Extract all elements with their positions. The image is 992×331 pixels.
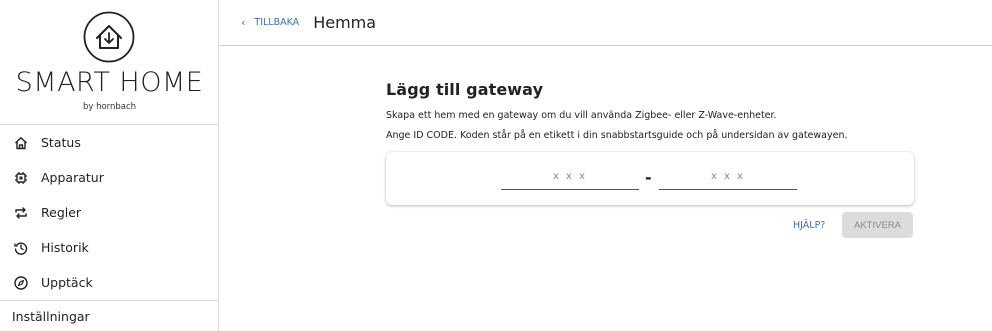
sidebar-item-status[interactable]: Status [0,125,219,160]
brand-subtitle: by hornbach [82,102,137,112]
section-heading: Lägg till gateway [386,80,544,99]
back-label: TILLBAKA [254,17,300,28]
id-code-field-2[interactable]: x x x [659,166,797,190]
brand-title: SMART HOME [15,67,204,98]
home-icon [12,134,30,152]
id-code-separator: - [645,168,652,187]
back-button[interactable]: ‹ TILLBAKA [241,16,299,29]
add-gateway-section: Lägg till gateway Skapa ett hem med en g… [386,80,914,146]
sidebar-item-label: Historik [41,240,89,255]
sidebar-item-label: Status [41,135,81,150]
chevron-left-icon: ‹ [241,16,246,29]
sidebar-item-settings[interactable]: Inställningar [0,300,219,331]
help-link[interactable]: HJÄLP? [793,220,825,231]
brand-logo: SMART HOME by hornbach [0,0,218,125]
page-title: Hemma [313,13,377,32]
sidebar-item-label: Apparatur [41,170,104,185]
id-code-field-1[interactable]: x x x [501,166,639,190]
sidebar-item-upptack[interactable]: Upptäck [0,265,219,300]
house-circle-icon [83,11,135,63]
sidebar-nav: Status Apparatur Regler Historik Upptäck [0,125,219,300]
history-icon [12,239,30,257]
description-line-1: Skapa ett hem med en gateway om du vill … [386,110,777,121]
repeat-icon [12,204,30,222]
sidebar-item-label: Upptäck [41,275,93,290]
sidebar-item-apparatur[interactable]: Apparatur [0,160,219,195]
chip-icon [12,169,30,187]
sidebar-item-regler[interactable]: Regler [0,195,219,230]
id-code-card: x x x - x x x [386,152,914,205]
compass-icon [12,274,30,292]
description-line-2: Ange ID CODE. Koden står på en etikett i… [386,130,848,141]
activate-button[interactable]: AKTIVERA [842,212,913,238]
page-header: ‹ TILLBAKA Hemma [219,0,992,46]
sidebar: SMART HOME by hornbach Status Apparatur … [0,0,219,331]
sidebar-item-label: Regler [41,205,82,220]
sidebar-item-historik[interactable]: Historik [0,230,219,265]
